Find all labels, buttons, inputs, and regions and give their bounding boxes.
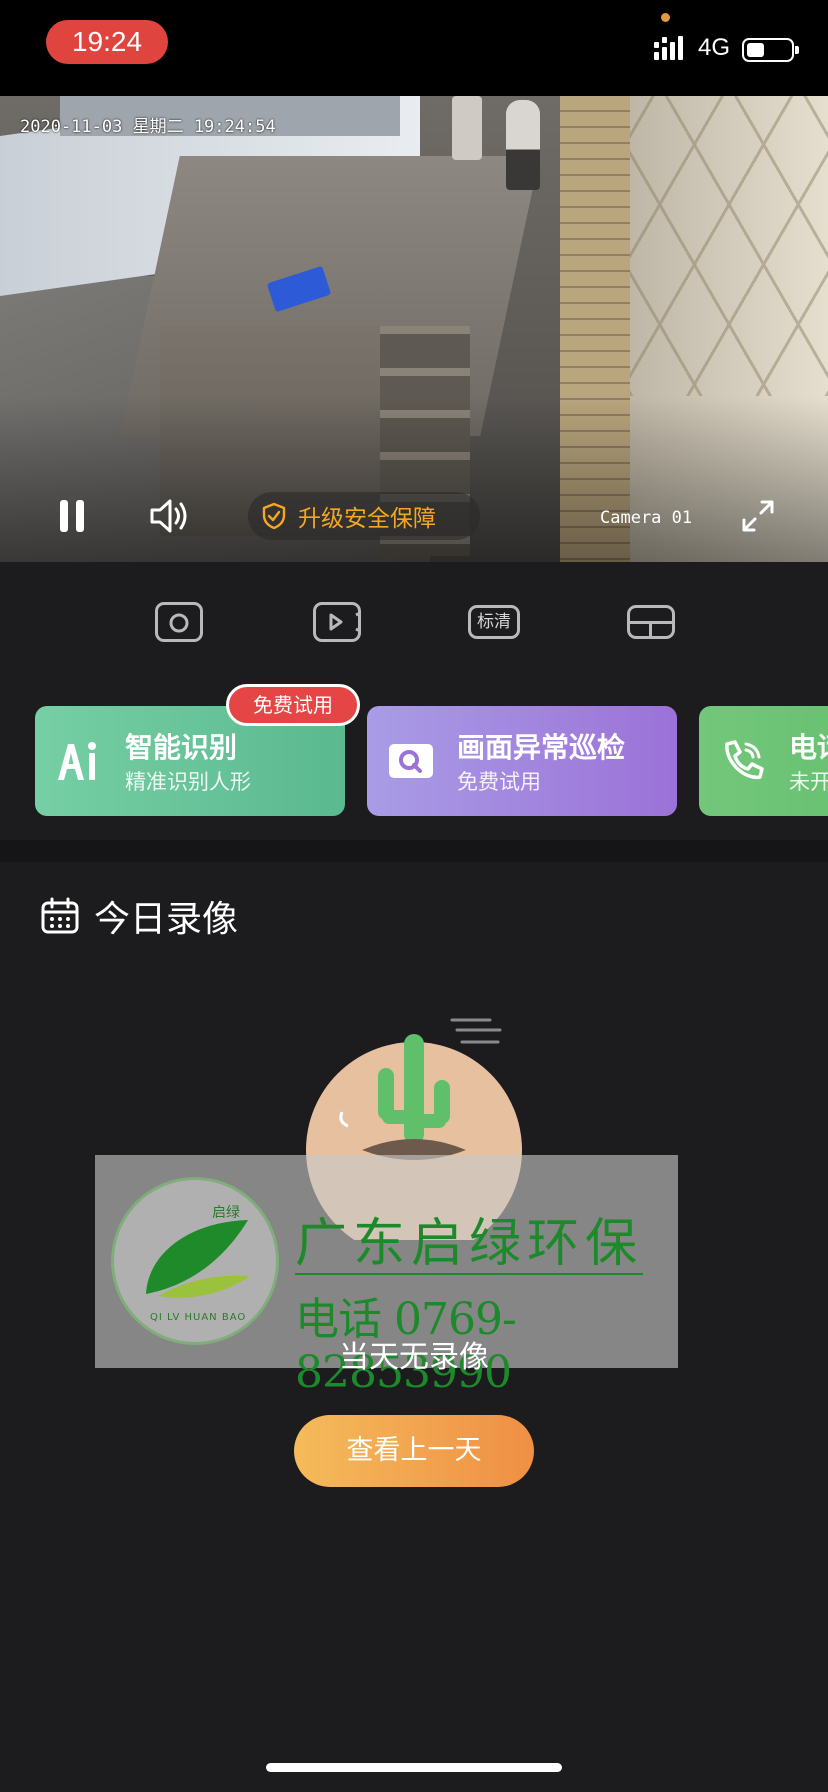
control-toolbar: 标清 bbox=[0, 562, 828, 680]
video-record-icon bbox=[329, 612, 358, 632]
video-scene-hex-pattern bbox=[630, 96, 828, 396]
feature-card-subtitle: 免费试用 bbox=[457, 770, 541, 794]
feature-card-phone-alert[interactable]: 电话 未开 bbox=[699, 706, 828, 816]
free-trial-badge: 免费试用 bbox=[226, 684, 360, 726]
calendar-icon bbox=[41, 897, 79, 934]
ai-person-icon bbox=[58, 742, 96, 780]
record-video-button[interactable] bbox=[313, 602, 361, 642]
feature-card-title: 电话 bbox=[789, 731, 828, 764]
section-divider bbox=[0, 840, 828, 862]
video-scene-figure bbox=[452, 96, 482, 160]
leaf-logo-icon bbox=[146, 1220, 250, 1298]
volume-icon[interactable] bbox=[148, 496, 190, 536]
battery-icon bbox=[742, 38, 799, 62]
status-time: 19:24 bbox=[46, 20, 168, 64]
snapshot-button[interactable] bbox=[155, 602, 203, 642]
company-logo: 启绿 QI LV HUAN BAO bbox=[111, 1177, 279, 1345]
status-bar: 19:24 4G bbox=[0, 0, 828, 96]
camera-in-use-indicator bbox=[661, 13, 670, 22]
feature-card-title: 智能识别 bbox=[125, 731, 238, 764]
feature-card-subtitle: 精准识别人形 bbox=[125, 770, 251, 794]
video-scene-person bbox=[506, 100, 540, 190]
no-recordings-text: 当天无录像 bbox=[339, 1340, 489, 1375]
feature-card-title: 画面异常巡检 bbox=[457, 731, 626, 764]
signal-icon bbox=[654, 36, 683, 60]
quality-toggle-button[interactable]: 标清 bbox=[468, 605, 520, 639]
network-type: 4G bbox=[698, 34, 731, 61]
today-recordings-title: 今日录像 bbox=[94, 899, 239, 940]
company-name: 广东启绿环保 bbox=[295, 1214, 644, 1275]
upgrade-security-button[interactable]: 升级安全保障 bbox=[248, 492, 480, 540]
today-recordings-header: 今日录像 bbox=[40, 890, 238, 942]
home-indicator[interactable] bbox=[266, 1763, 562, 1772]
view-previous-day-button[interactable]: 查看上一天 bbox=[294, 1415, 534, 1487]
upgrade-security-label: 升级安全保障 bbox=[298, 506, 436, 532]
feature-cards-carousel[interactable]: 免费试用 智能识别 精准识别人形 画面异常巡检 免费试用 电话 未开 bbox=[0, 680, 828, 840]
feature-card-subtitle: 未开 bbox=[789, 770, 828, 794]
logo-tag-text: 启绿 bbox=[212, 1205, 240, 1221]
logo-english-text: QI LV HUAN BAO bbox=[150, 1312, 247, 1323]
feature-card-anomaly-inspection[interactable]: 画面异常巡检 免费试用 bbox=[367, 706, 677, 816]
live-video-view[interactable]: 2020-11-03 星期二 19:24:54 Camera 01 升级安全保障 bbox=[0, 96, 828, 562]
pause-button[interactable] bbox=[56, 496, 90, 536]
multi-view-button[interactable] bbox=[627, 605, 675, 639]
shield-check-icon bbox=[262, 502, 286, 530]
camera-icon bbox=[169, 605, 189, 633]
image-search-icon bbox=[389, 744, 433, 778]
camera-label: Camera 01 bbox=[600, 508, 693, 528]
phone-ring-icon bbox=[725, 740, 764, 779]
fullscreen-icon[interactable] bbox=[740, 498, 776, 534]
video-timestamp: 2020-11-03 星期二 19:24:54 bbox=[20, 117, 276, 137]
